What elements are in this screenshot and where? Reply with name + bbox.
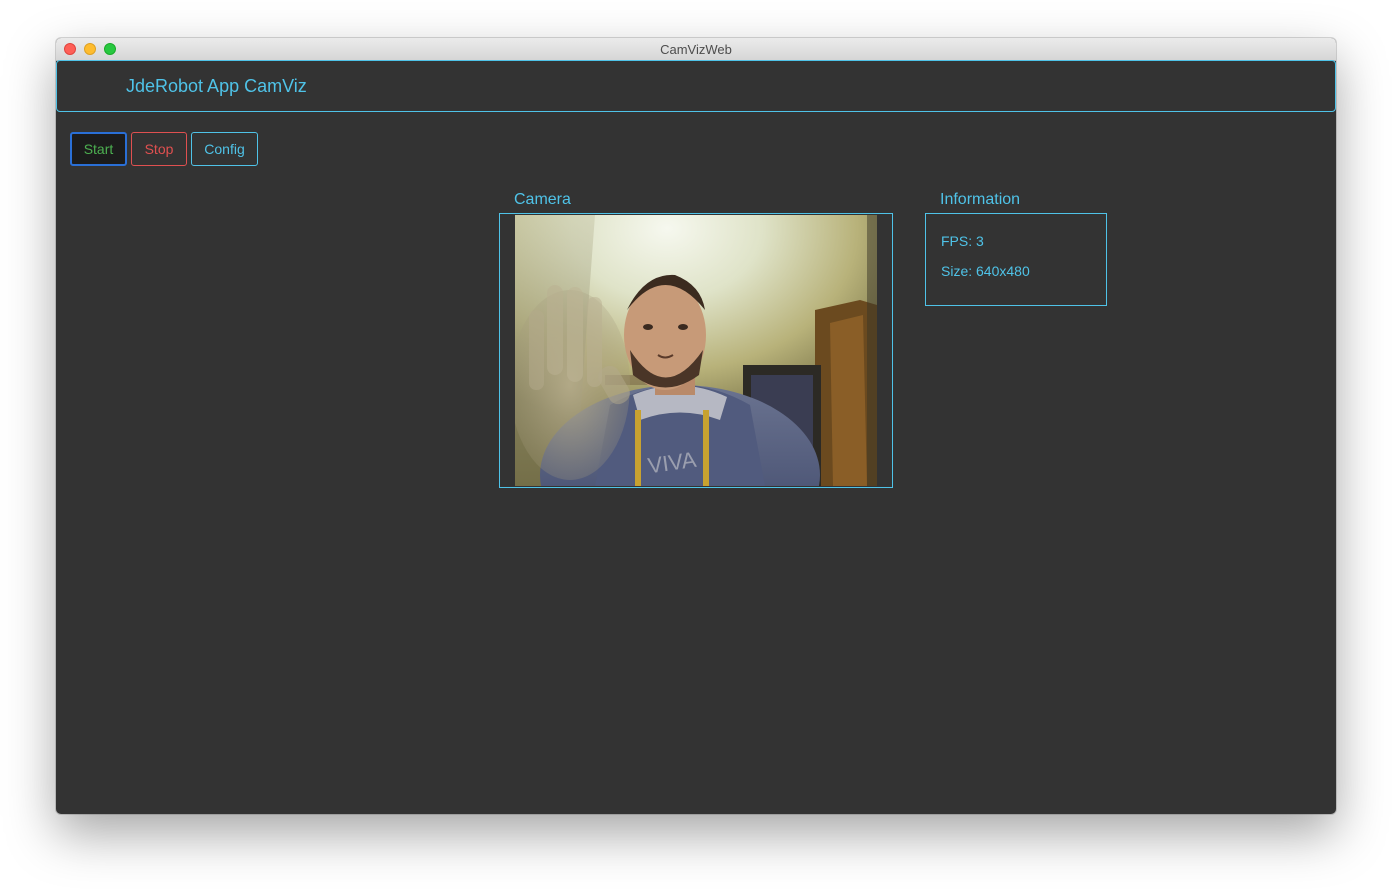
fps-readout: FPS: 3 [941, 233, 984, 249]
information-panel: FPS: 3 Size: 640x480 [925, 213, 1107, 306]
stop-button[interactable]: Stop [131, 132, 187, 166]
app-title: JdeRobot App CamViz [126, 76, 307, 96]
information-section-label: Information [940, 191, 1021, 208]
camera-panel: VIVA [499, 213, 893, 488]
camera-section-label: Camera [514, 191, 571, 208]
app-header: JdeRobot App CamViz [56, 60, 1336, 112]
size-readout: Size: 640x480 [941, 263, 1030, 279]
window-title: CamVizWeb [660, 42, 732, 57]
camera-feed-image: VIVA [515, 215, 877, 486]
app-window: CamVizWeb JdeRobot App CamViz Start Stop… [56, 38, 1336, 814]
start-button[interactable]: Start [70, 132, 127, 166]
window-titlebar[interactable]: CamVizWeb [56, 38, 1336, 61]
config-button[interactable]: Config [191, 132, 258, 166]
webcam-frame-illustration: VIVA [515, 215, 877, 486]
